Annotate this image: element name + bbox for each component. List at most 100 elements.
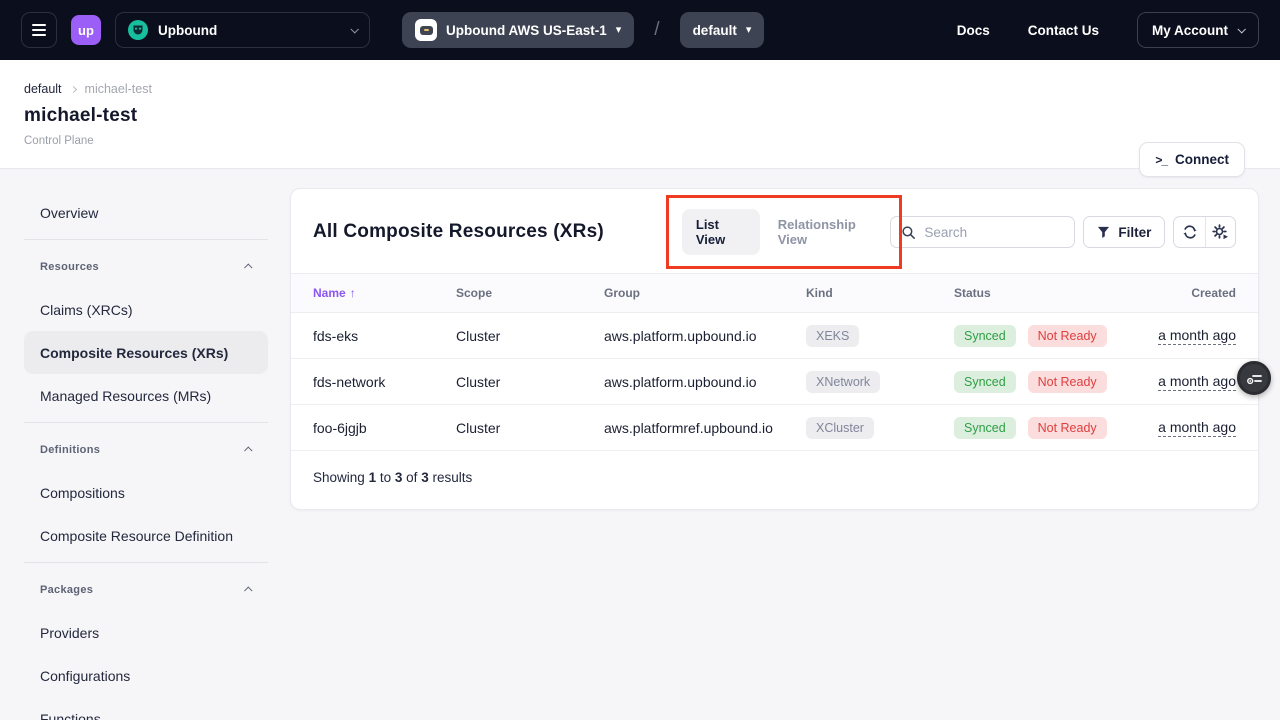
breadcrumb-chevron-icon [69,85,76,92]
cell-group: aws.platformref.upbound.io [604,420,806,436]
search-box [890,216,1075,248]
group-selector-label: default [693,23,737,38]
main-area: All Composite Resources (XRs) List View … [290,169,1280,720]
sidebar-item-functions[interactable]: Functions [24,697,268,720]
status-badge-synced: Synced [954,417,1016,439]
created-tooltip-link[interactable]: a month ago [1158,419,1236,437]
cell-name: foo-6jgjb [313,420,456,436]
cell-group: aws.platform.upbound.io [604,374,806,390]
sidebar-section-resources[interactable]: Resources [24,245,268,288]
kind-badge: XEKS [806,325,859,347]
created-tooltip-link[interactable]: a month ago [1158,327,1236,345]
kind-badge: XCluster [806,417,874,439]
column-header-created[interactable]: Created [1139,286,1236,300]
path-separator: / [654,19,659,41]
org-selector[interactable]: Upbound [115,12,370,48]
sidebar-item-providers[interactable]: Providers [24,611,268,654]
tab-list-view[interactable]: List View [682,209,760,255]
sidebar-item-xrd[interactable]: Composite Resource Definition [24,514,268,557]
page-subtitle: Control Plane [24,135,1280,147]
sidebar-item-overview[interactable]: Overview [24,191,268,234]
cell-scope: Cluster [456,374,604,390]
breadcrumb-item-default[interactable]: default [24,82,62,96]
column-header-kind[interactable]: Kind [806,286,954,300]
control-plane-selector[interactable]: Upbound AWS US-East-1 ▾ [402,12,634,48]
tab-relationship-view[interactable]: Relationship View [764,209,891,255]
refresh-controls [1173,216,1236,248]
results-summary: Showing 1 to 3 of 3 results [291,451,1258,509]
card-header: All Composite Resources (XRs) List View … [291,189,1258,273]
caret-down-icon: ▾ [746,25,752,36]
my-account-menu[interactable]: My Account [1137,12,1259,48]
column-header-group[interactable]: Group [604,286,806,300]
search-input[interactable] [924,225,1064,240]
sidebar-item-configurations[interactable]: Configurations [24,654,268,697]
refresh-icon [1182,224,1198,240]
hamburger-icon [32,24,46,26]
search-icon [901,225,916,240]
gear-play-icon [1212,224,1229,241]
section-title: Resources [40,261,99,273]
cell-scope: Cluster [456,420,604,436]
form-widget-icon [1246,370,1263,387]
table-header-row: Name ↑ Scope Group Kind Status Created [291,273,1258,313]
sidebar: Overview Resources Claims (XRCs) Composi… [0,169,269,720]
caret-down-icon: ▾ [616,25,622,36]
status-badge-synced: Synced [954,325,1016,347]
navbar-left: up Upbound Upbound AWS US-East-1 ▾ / def… [21,12,943,48]
status-badge-synced: Synced [954,371,1016,393]
column-header-status[interactable]: Status [954,286,1139,300]
breadcrumb: default michael-test [24,82,1280,96]
table-row[interactable]: fds-network Cluster aws.platform.upbound… [291,359,1258,405]
control-plane-label: Upbound AWS US-East-1 [446,23,607,38]
page-title: michael-test [24,105,1280,127]
auto-refresh-settings-button[interactable] [1205,217,1235,247]
status-badge-not-ready: Not Ready [1028,417,1107,439]
terminal-icon: >_ [1155,153,1167,167]
table-row[interactable]: foo-6jgjb Cluster aws.platformref.upboun… [291,405,1258,451]
chevron-up-icon [244,263,252,271]
table-row[interactable]: fds-eks Cluster aws.platform.upbound.io … [291,313,1258,359]
chevron-up-icon [244,586,252,594]
sidebar-item-managed-resources[interactable]: Managed Resources (MRs) [24,374,268,417]
connect-button[interactable]: >_ Connect [1139,142,1245,177]
hamburger-menu-button[interactable] [21,12,57,48]
my-account-label: My Account [1152,23,1228,38]
cell-scope: Cluster [456,328,604,344]
group-selector[interactable]: default ▾ [680,12,765,48]
chevron-down-icon [350,25,358,33]
cell-group: aws.platform.upbound.io [604,328,806,344]
column-header-scope[interactable]: Scope [456,286,604,300]
control-plane-icon [415,19,437,41]
section-title: Definitions [40,444,100,456]
filter-button-label: Filter [1118,225,1151,240]
navbar-right: Docs Contact Us My Account [957,12,1259,48]
filter-button[interactable]: Filter [1083,216,1165,248]
refresh-button[interactable] [1174,217,1204,247]
nav-link-docs[interactable]: Docs [957,23,990,38]
nav-link-contact-us[interactable]: Contact Us [1028,23,1099,38]
sort-asc-icon: ↑ [350,286,356,300]
sidebar-item-composite-resources[interactable]: Composite Resources (XRs) [24,331,268,374]
status-badge-not-ready: Not Ready [1028,371,1107,393]
upbound-logo[interactable]: up [71,15,101,45]
sidebar-divider [24,239,268,240]
sidebar-item-claims[interactable]: Claims (XRCs) [24,288,268,331]
created-tooltip-link[interactable]: a month ago [1158,373,1236,391]
filter-icon [1097,226,1110,239]
sidebar-divider [24,422,268,423]
org-avatar-icon [128,20,148,40]
chevron-up-icon [244,446,252,454]
cell-name: fds-network [313,374,456,390]
card-title: All Composite Resources (XRs) [313,221,604,243]
resources-card: All Composite Resources (XRs) List View … [290,188,1259,510]
feedback-widget-button[interactable] [1237,361,1271,395]
sidebar-divider [24,562,268,563]
column-header-name[interactable]: Name ↑ [313,286,456,300]
sidebar-item-compositions[interactable]: Compositions [24,471,268,514]
view-toggle: List View Relationship View [682,209,891,255]
sidebar-section-definitions[interactable]: Definitions [24,428,268,471]
page-header: default michael-test michael-test Contro… [0,60,1280,169]
org-selector-label: Upbound [158,23,341,38]
sidebar-section-packages[interactable]: Packages [24,568,268,611]
